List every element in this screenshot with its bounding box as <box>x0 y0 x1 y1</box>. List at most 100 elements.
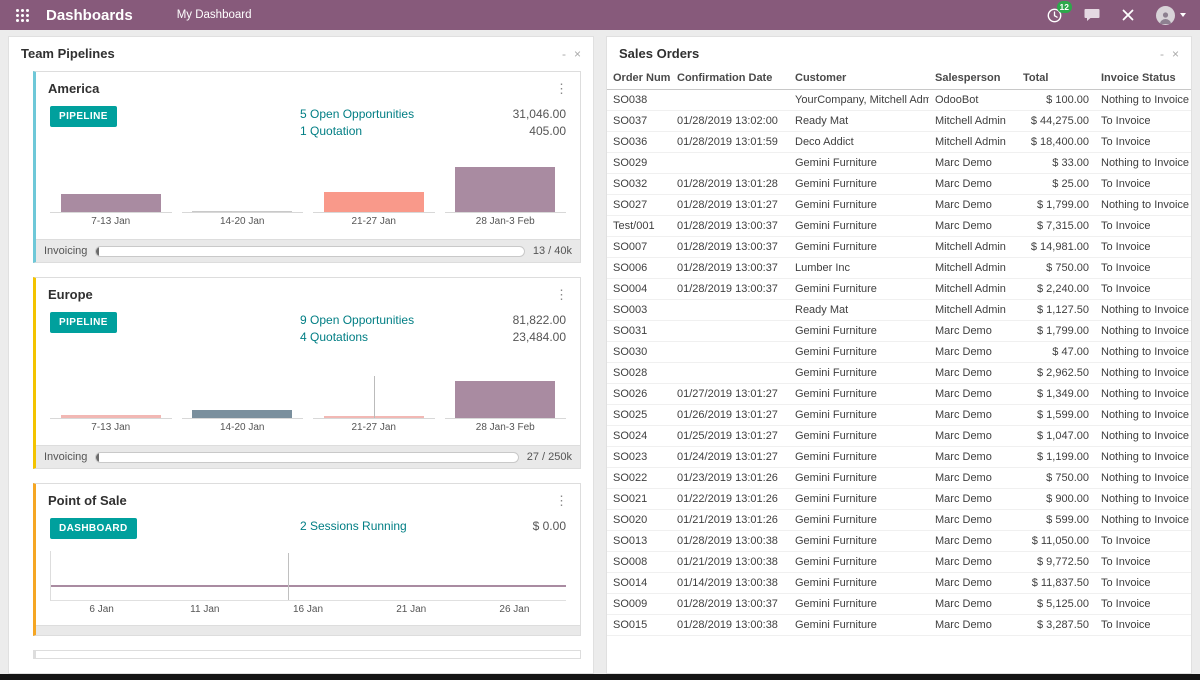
x-tick-label: 21-27 Jan <box>313 419 435 433</box>
table-row[interactable]: SO029Gemini FurnitureMarc Demo$ 33.00Not… <box>607 153 1192 174</box>
column-header[interactable]: Customer <box>789 67 929 90</box>
table-row[interactable]: SO03701/28/2019 13:02:00Ready MatMitchel… <box>607 111 1192 132</box>
line-chart-pos: 6 Jan11 Jan16 Jan21 Jan26 Jan <box>36 539 580 615</box>
line-series[interactable] <box>51 585 566 587</box>
table-cell <box>671 153 789 174</box>
apps-menu-button[interactable] <box>10 3 34 27</box>
kebab-menu-icon[interactable]: ⋮ <box>555 82 568 95</box>
activities-button[interactable]: 12 <box>1047 8 1062 23</box>
table-row[interactable]: SO028Gemini FurnitureMarc Demo$ 2,962.50… <box>607 363 1192 384</box>
table-row[interactable]: SO03601/28/2019 13:01:59Deco AddictMitch… <box>607 132 1192 153</box>
table-cell: SO026 <box>607 384 671 405</box>
table-row[interactable]: SO003Ready MatMitchell Admin$ 1,127.50No… <box>607 300 1192 321</box>
table-row[interactable]: SO00701/28/2019 13:00:37Gemini Furniture… <box>607 237 1192 258</box>
table-row[interactable]: SO00801/21/2019 13:00:38Gemini Furniture… <box>607 552 1192 573</box>
table-row[interactable]: SO02301/24/2019 13:01:27Gemini Furniture… <box>607 447 1192 468</box>
table-cell: Gemini Furniture <box>789 153 929 174</box>
x-tick-label: 28 Jan-3 Feb <box>445 419 567 433</box>
table-cell: Marc Demo <box>929 594 1017 615</box>
close-icon[interactable]: × <box>1172 47 1179 61</box>
table-cell: Deco Addict <box>789 132 929 153</box>
table-row[interactable]: SO030Gemini FurnitureMarc Demo$ 47.00Not… <box>607 342 1192 363</box>
menu-my-dashboard[interactable]: My Dashboard <box>177 9 252 21</box>
table-row[interactable]: Test/00101/28/2019 13:00:37Gemini Furnit… <box>607 216 1192 237</box>
table-row[interactable]: SO01401/14/2019 13:00:38Gemini Furniture… <box>607 573 1192 594</box>
table-cell: 01/28/2019 13:00:38 <box>671 615 789 636</box>
invoicing-value: 27 / 250k <box>527 451 572 463</box>
table-cell: SO023 <box>607 447 671 468</box>
table-row[interactable]: SO02501/26/2019 13:01:27Gemini Furniture… <box>607 405 1192 426</box>
table-row[interactable]: SO00901/28/2019 13:00:37Gemini Furniture… <box>607 594 1192 615</box>
line-plot-area <box>50 551 566 601</box>
table-cell: SO020 <box>607 510 671 531</box>
table-cell: 01/27/2019 13:01:27 <box>671 384 789 405</box>
table-row[interactable]: SO02601/27/2019 13:01:27Gemini Furniture… <box>607 384 1192 405</box>
close-icon[interactable]: × <box>574 47 581 61</box>
pipeline-button[interactable]: PIPELINE <box>50 312 117 333</box>
avatar <box>1156 6 1175 25</box>
kebab-menu-icon[interactable]: ⋮ <box>555 494 568 507</box>
minimize-button[interactable]: - <box>1160 47 1164 61</box>
close-session-button[interactable] <box>1122 9 1134 21</box>
table-row[interactable]: SO02201/23/2019 13:01:26Gemini Furniture… <box>607 468 1192 489</box>
table-row[interactable]: SO02401/25/2019 13:01:27Gemini Furniture… <box>607 426 1192 447</box>
bar[interactable] <box>192 410 292 418</box>
card-partial <box>33 650 581 659</box>
column-header[interactable]: Salesperson <box>929 67 1017 90</box>
bar[interactable] <box>61 415 161 418</box>
table-row[interactable]: SO00601/28/2019 13:00:37Lumber IncMitche… <box>607 258 1192 279</box>
messages-button[interactable] <box>1084 8 1100 22</box>
bar-group: 21-27 Jan <box>313 158 435 227</box>
pipeline-button[interactable]: PIPELINE <box>50 106 117 127</box>
column-header[interactable]: Total <box>1017 67 1095 90</box>
kpi-value: 405.00 <box>478 123 566 140</box>
x-tick-label: 21 Jan <box>360 604 463 615</box>
table-cell: 01/28/2019 13:01:59 <box>671 132 789 153</box>
table-row[interactable]: SO01301/28/2019 13:00:38Gemini Furniture… <box>607 531 1192 552</box>
column-header[interactable]: Invoice Status <box>1095 67 1192 90</box>
table-cell: Lumber Inc <box>789 258 929 279</box>
bar[interactable] <box>324 192 424 212</box>
table-row[interactable]: SO02701/28/2019 13:01:27Gemini Furniture… <box>607 195 1192 216</box>
quotations-link[interactable]: 1 Quotation <box>300 123 478 140</box>
table-cell <box>671 321 789 342</box>
quotations-link[interactable]: 4 Quotations <box>300 329 478 346</box>
app-title[interactable]: Dashboards <box>46 7 133 24</box>
bar[interactable] <box>192 211 292 212</box>
card-europe: Europe ⋮ PIPELINE 9 Open Opportunities 4… <box>33 277 581 469</box>
table-row[interactable]: SO02001/21/2019 13:01:26Gemini Furniture… <box>607 510 1192 531</box>
table-cell <box>671 363 789 384</box>
table-row[interactable]: SO038YourCompany, Mitchell AdminOdooBot$… <box>607 90 1192 111</box>
minimize-button[interactable]: - <box>562 47 566 61</box>
dashboard-body: Team Pipelines - × America ⋮ PIPELINE 5 … <box>0 30 1200 674</box>
dashboard-button[interactable]: DASHBOARD <box>50 518 137 539</box>
table-row[interactable]: SO00401/28/2019 13:00:37Gemini Furniture… <box>607 279 1192 300</box>
table-cell: OdooBot <box>929 90 1017 111</box>
user-menu[interactable] <box>1156 6 1186 25</box>
bar-area <box>50 364 172 419</box>
table-row[interactable]: SO03201/28/2019 13:01:28Gemini Furniture… <box>607 174 1192 195</box>
bar[interactable] <box>455 167 555 212</box>
bar[interactable] <box>61 194 161 212</box>
table-cell: SO003 <box>607 300 671 321</box>
table-cell: Marc Demo <box>929 573 1017 594</box>
table-cell: Marc Demo <box>929 216 1017 237</box>
column-header[interactable]: Confirmation Date <box>671 67 789 90</box>
kebab-menu-icon[interactable]: ⋮ <box>555 288 568 301</box>
table-row[interactable]: SO02101/22/2019 13:01:26Gemini Furniture… <box>607 489 1192 510</box>
table-cell: Mitchell Admin <box>929 111 1017 132</box>
table-row[interactable]: SO01501/28/2019 13:00:38Gemini Furniture… <box>607 615 1192 636</box>
x-tick-label: 7-13 Jan <box>50 419 172 433</box>
table-cell: SO009 <box>607 594 671 615</box>
invoicing-progressbar <box>95 246 524 257</box>
column-header[interactable]: Order Number <box>607 67 671 90</box>
chart-marker <box>288 553 289 601</box>
team-pipelines-panel: Team Pipelines - × America ⋮ PIPELINE 5 … <box>8 36 594 674</box>
sessions-running-link[interactable]: 2 Sessions Running <box>300 518 478 535</box>
table-cell: Mitchell Admin <box>929 279 1017 300</box>
open-opportunities-link[interactable]: 9 Open Opportunities <box>300 312 478 329</box>
bar[interactable] <box>455 381 555 418</box>
open-opportunities-link[interactable]: 5 Open Opportunities <box>300 106 478 123</box>
table-row[interactable]: SO031Gemini FurnitureMarc Demo$ 1,799.00… <box>607 321 1192 342</box>
bar-chart-america: 7-13 Jan14-20 Jan21-27 Jan28 Jan-3 Feb <box>36 140 580 227</box>
